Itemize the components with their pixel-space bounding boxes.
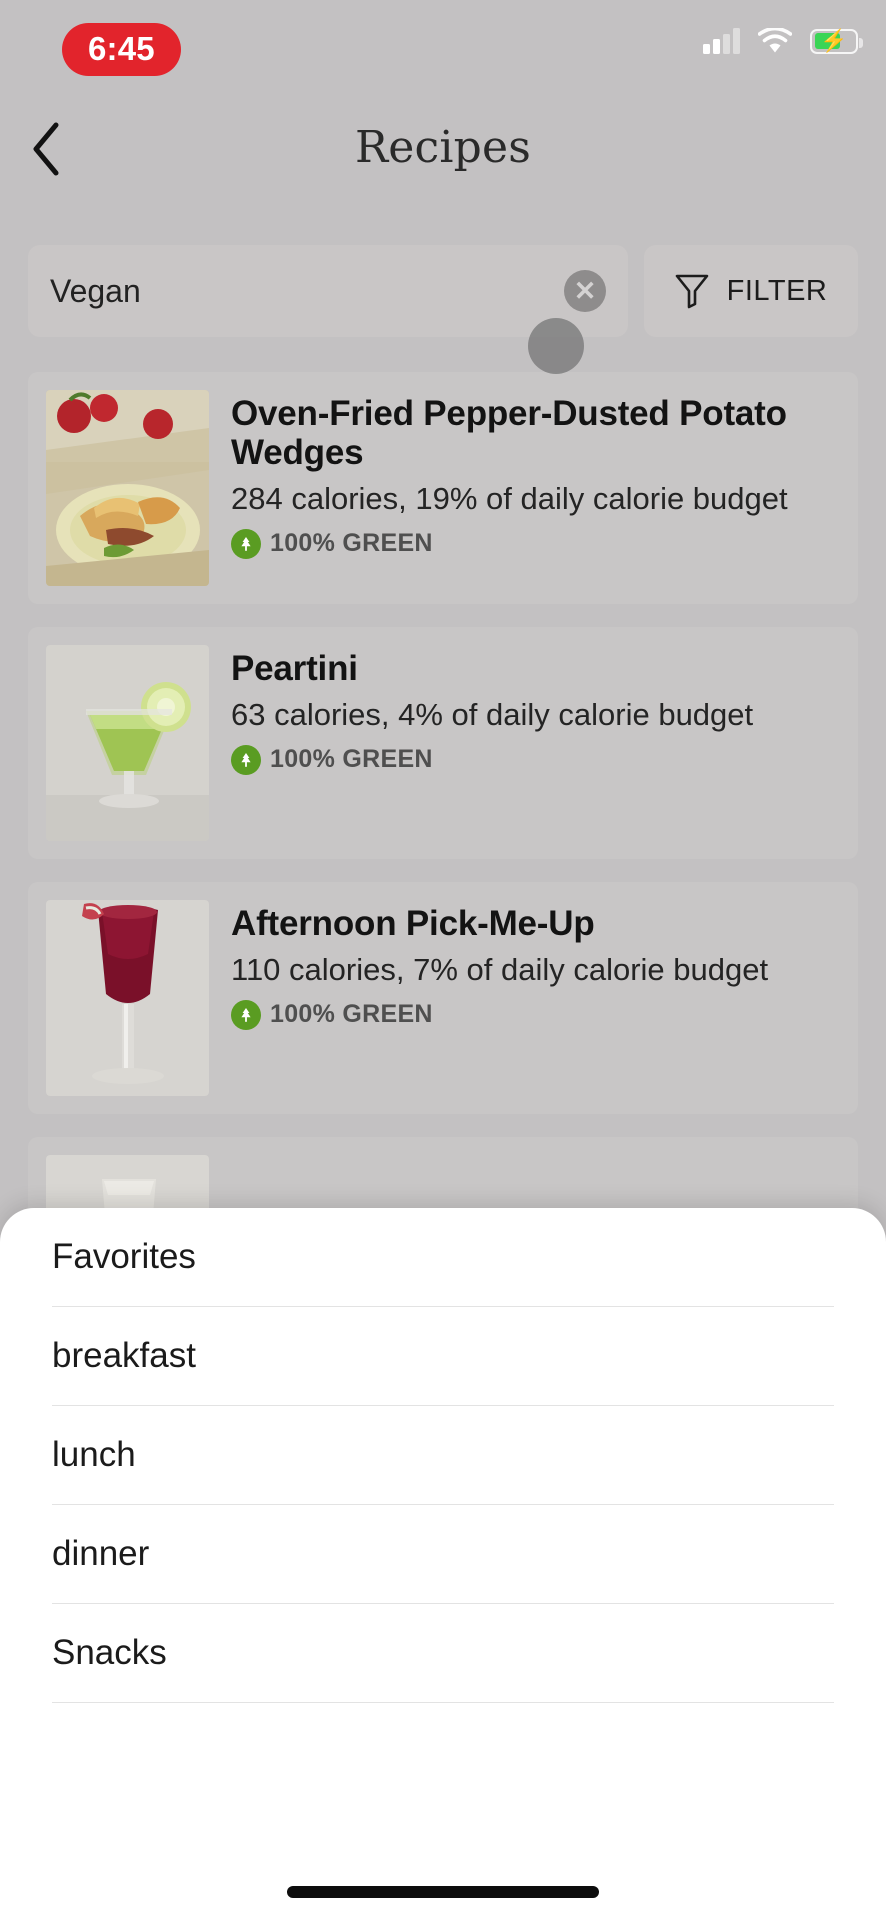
funnel-icon <box>675 274 708 309</box>
recipe-thumbnail <box>46 900 209 1096</box>
filter-button[interactable]: FILTER <box>644 245 858 337</box>
green-badge: 100% GREEN <box>231 744 840 775</box>
status-time-pill: 6:45 <box>62 23 181 76</box>
recipe-card[interactable]: Peartini 63 calories, 4% of daily calori… <box>28 627 858 859</box>
phone-screen: 6:45 ⚡ Recipes Vegan ✕ FILTER Oven-Fried… <box>0 0 886 1920</box>
signal-icon <box>703 28 740 54</box>
sheet-item-label: dinner <box>52 1534 150 1573</box>
home-indicator[interactable] <box>287 1886 599 1898</box>
close-circle-icon[interactable]: ✕ <box>564 270 606 312</box>
bottom-sheet: Favorites breakfast lunch dinner Snacks <box>0 1208 886 1920</box>
sheet-item-label: breakfast <box>52 1336 196 1375</box>
search-input-value: Vegan <box>50 272 141 309</box>
recipe-title: Peartini <box>231 649 358 688</box>
sheet-item-snacks[interactable]: Snacks <box>52 1604 834 1702</box>
recipe-body: Peartini 63 calories, 4% of daily calori… <box>209 645 840 775</box>
sheet-item-label: Favorites <box>52 1237 196 1276</box>
green-badge-label: 100% GREEN <box>270 529 433 558</box>
recipe-calories: 110 calories, 7% of daily calorie budget <box>231 952 769 988</box>
recipe-thumbnail <box>46 645 209 841</box>
tree-icon <box>231 744 261 775</box>
recipe-card[interactable]: Afternoon Pick-Me-Up 110 calories, 7% of… <box>28 882 858 1114</box>
sheet-item-label: Snacks <box>52 1633 167 1672</box>
tree-icon <box>231 999 261 1030</box>
recipe-title: Oven-Fried Pepper-Dusted Potato Wedges <box>231 394 787 473</box>
recipe-body <box>209 1155 840 1159</box>
sheet-item-breakfast[interactable]: breakfast <box>52 1307 834 1405</box>
search-row: Vegan ✕ FILTER <box>28 245 858 337</box>
wifi-icon <box>757 26 793 54</box>
recipe-body: Oven-Fried Pepper-Dusted Potato Wedges 2… <box>209 390 840 559</box>
touch-indicator <box>528 318 584 374</box>
recipe-card[interactable]: Oven-Fried Pepper-Dusted Potato Wedges 2… <box>28 372 858 604</box>
status-time: 6:45 <box>88 30 155 67</box>
nav-header: Recipes <box>0 96 886 224</box>
sheet-item-dinner[interactable]: dinner <box>52 1505 834 1603</box>
divider <box>52 1702 834 1703</box>
page-title: Recipes <box>354 122 532 173</box>
green-badge: 100% GREEN <box>231 528 840 559</box>
sheet-item-favorites[interactable]: Favorites <box>52 1208 834 1306</box>
recipe-body: Afternoon Pick-Me-Up 110 calories, 7% of… <box>209 900 840 1030</box>
green-badge-label: 100% GREEN <box>270 1000 433 1029</box>
sheet-item-lunch[interactable]: lunch <box>52 1406 834 1504</box>
filter-button-label: FILTER <box>726 274 828 307</box>
recipe-title: Afternoon Pick-Me-Up <box>231 904 595 943</box>
status-bar: 6:45 ⚡ <box>0 0 886 96</box>
recipe-thumbnail <box>46 390 209 586</box>
green-badge: 100% GREEN <box>231 999 840 1030</box>
green-badge-label: 100% GREEN <box>270 745 433 774</box>
recipe-calories: 63 calories, 4% of daily calorie budget <box>231 697 754 733</box>
battery-charging-icon: ⚡ <box>810 28 863 54</box>
sheet-item-label: lunch <box>52 1435 136 1474</box>
status-icons: ⚡ <box>703 26 863 54</box>
tree-icon <box>231 528 261 559</box>
recipe-calories: 284 calories, 19% of daily calorie budge… <box>231 481 788 517</box>
